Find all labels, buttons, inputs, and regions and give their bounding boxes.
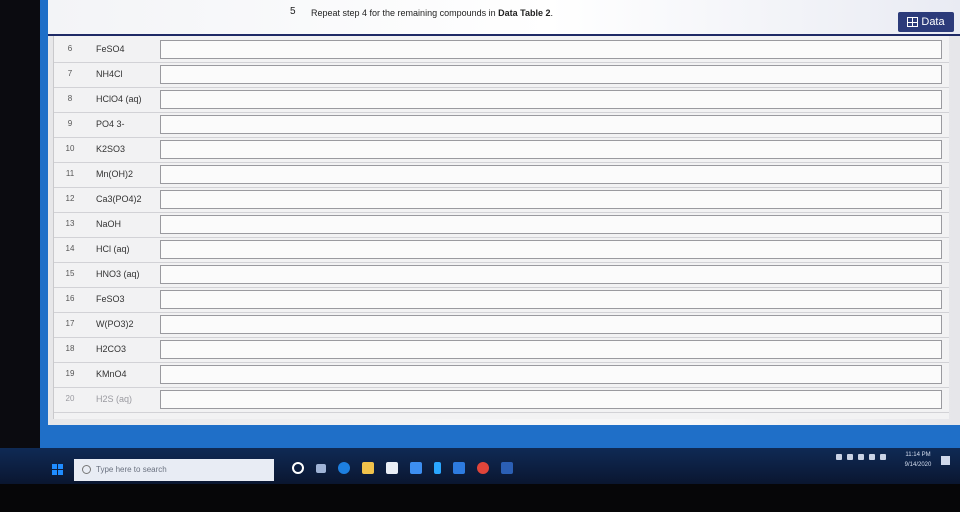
row-number: 20	[65, 394, 75, 403]
answer-field[interactable]	[160, 215, 942, 234]
row-number: 10	[65, 144, 75, 153]
row-number: 13	[65, 219, 75, 228]
data-button[interactable]: Data	[898, 12, 954, 32]
monitor-bezel	[0, 484, 960, 512]
taskbar-search-box[interactable]: Type here to search	[74, 459, 274, 481]
lab-worksheet-window: 5 Repeat step 4 for the remaining compou…	[48, 0, 960, 425]
data-table-2: 6 FeSO4 7 NH4Cl 8 HClO4 (aq) 9 PO4 3- 10 K2SO3 11 M…	[53, 36, 949, 419]
word-icon[interactable]	[501, 462, 513, 474]
taskbar-pinned-apps	[292, 458, 513, 478]
answer-field[interactable]	[160, 265, 942, 284]
volume-icon[interactable]	[880, 454, 886, 460]
compound-label: HClO4 (aq)	[96, 94, 142, 104]
wifi-icon[interactable]	[869, 454, 875, 460]
answer-field[interactable]	[160, 190, 942, 209]
edge-icon[interactable]	[338, 462, 350, 474]
table-row: 13 NaOH	[54, 213, 949, 238]
system-tray	[836, 454, 886, 460]
search-placeholder: Type here to search	[96, 465, 167, 474]
battery-icon[interactable]	[858, 454, 864, 460]
dropbox-icon[interactable]	[410, 462, 422, 474]
bolt-icon[interactable]	[434, 462, 441, 474]
search-icon	[82, 465, 91, 474]
answer-field[interactable]	[160, 340, 942, 359]
answer-field[interactable]	[160, 65, 942, 84]
table-row: 11 Mn(OH)2	[54, 163, 949, 188]
compound-label: PO4 3-	[96, 119, 125, 129]
table-row: 15 HNO3 (aq)	[54, 263, 949, 288]
step-instruction: Repeat step 4 for the remaining compound…	[311, 8, 553, 18]
compound-label: FeSO4	[96, 44, 125, 54]
answer-field[interactable]	[160, 90, 942, 109]
answer-field[interactable]	[160, 365, 942, 384]
compound-label: FeSO3	[96, 294, 125, 304]
table-row: 14 HCl (aq)	[54, 238, 949, 263]
store-icon[interactable]	[386, 462, 398, 474]
table-row: 16 FeSO3	[54, 288, 949, 313]
compound-label: HCl (aq)	[96, 244, 130, 254]
clock-date: 9/14/2020	[904, 462, 932, 468]
answer-field[interactable]	[160, 40, 942, 59]
answer-field[interactable]	[160, 115, 942, 134]
row-number: 17	[65, 319, 75, 328]
row-number: 19	[65, 369, 75, 378]
step-number: 5	[290, 6, 296, 17]
answer-field[interactable]	[160, 165, 942, 184]
compound-label: HNO3 (aq)	[96, 269, 140, 279]
compound-label: K2SO3	[96, 144, 126, 154]
row-number: 9	[67, 119, 73, 128]
table-row: 9 PO4 3-	[54, 113, 949, 138]
notification-icon[interactable]	[941, 456, 950, 465]
data-button-label: Data	[921, 16, 945, 28]
monitor-screen: 5 Repeat step 4 for the remaining compou…	[40, 0, 960, 492]
answer-field[interactable]	[160, 140, 942, 159]
answer-field[interactable]	[160, 290, 942, 309]
task-view-icon[interactable]	[316, 463, 326, 473]
compound-label: Mn(OH)2	[96, 169, 134, 179]
table-row: 12 Ca3(PO4)2	[54, 188, 949, 213]
row-number: 11	[65, 169, 75, 178]
table-row: 8 HClO4 (aq)	[54, 88, 949, 113]
row-divider	[54, 412, 949, 413]
taskbar-clock[interactable]: 11:14 PM 9/14/2020	[900, 450, 936, 470]
compound-label: NaOH	[96, 219, 122, 229]
table-row: 19 KMnO4	[54, 363, 949, 388]
answer-field[interactable]	[160, 240, 942, 259]
data-table-reference: Data Table 2	[498, 8, 551, 18]
table-icon	[907, 17, 919, 27]
compound-label: Ca3(PO4)2	[96, 194, 142, 204]
windows-icon[interactable]	[52, 464, 63, 475]
compound-label: W(PO3)2	[96, 319, 134, 329]
row-number: 15	[65, 269, 75, 278]
file-explorer-icon[interactable]	[362, 462, 374, 474]
instruction-banner: 5 Repeat step 4 for the remaining compou…	[48, 0, 960, 36]
compound-label: KMnO4	[96, 369, 127, 379]
row-number: 14	[65, 244, 75, 253]
row-number: 12	[65, 194, 75, 203]
table-row: 17 W(PO3)2	[54, 313, 949, 338]
row-number: 7	[67, 69, 73, 78]
compound-label: H2S (aq)	[96, 394, 133, 404]
answer-field[interactable]	[160, 390, 942, 409]
compound-label: H2CO3	[96, 344, 127, 354]
compound-label: NH4Cl	[96, 69, 123, 79]
chrome-icon[interactable]	[477, 462, 489, 474]
table-row: 18 H2CO3	[54, 338, 949, 363]
cortana-icon[interactable]	[292, 462, 304, 474]
table-row: 7 NH4Cl	[54, 63, 949, 88]
row-number: 18	[65, 344, 75, 353]
answer-field[interactable]	[160, 315, 942, 334]
table-row: 20 H2S (aq)	[54, 388, 949, 413]
row-number: 16	[65, 294, 75, 303]
table-row: 10 K2SO3	[54, 138, 949, 163]
clock-time: 11:14 PM	[905, 452, 931, 458]
network-icon[interactable]	[836, 454, 842, 460]
chevron-up-icon[interactable]	[847, 454, 853, 460]
row-number: 8	[67, 94, 73, 103]
mail-icon[interactable]	[453, 462, 465, 474]
windows-taskbar: Type here to search 11:14 PM 9/14/2020	[0, 448, 960, 484]
row-number: 6	[67, 44, 73, 53]
table-row: 6 FeSO4	[54, 38, 949, 63]
